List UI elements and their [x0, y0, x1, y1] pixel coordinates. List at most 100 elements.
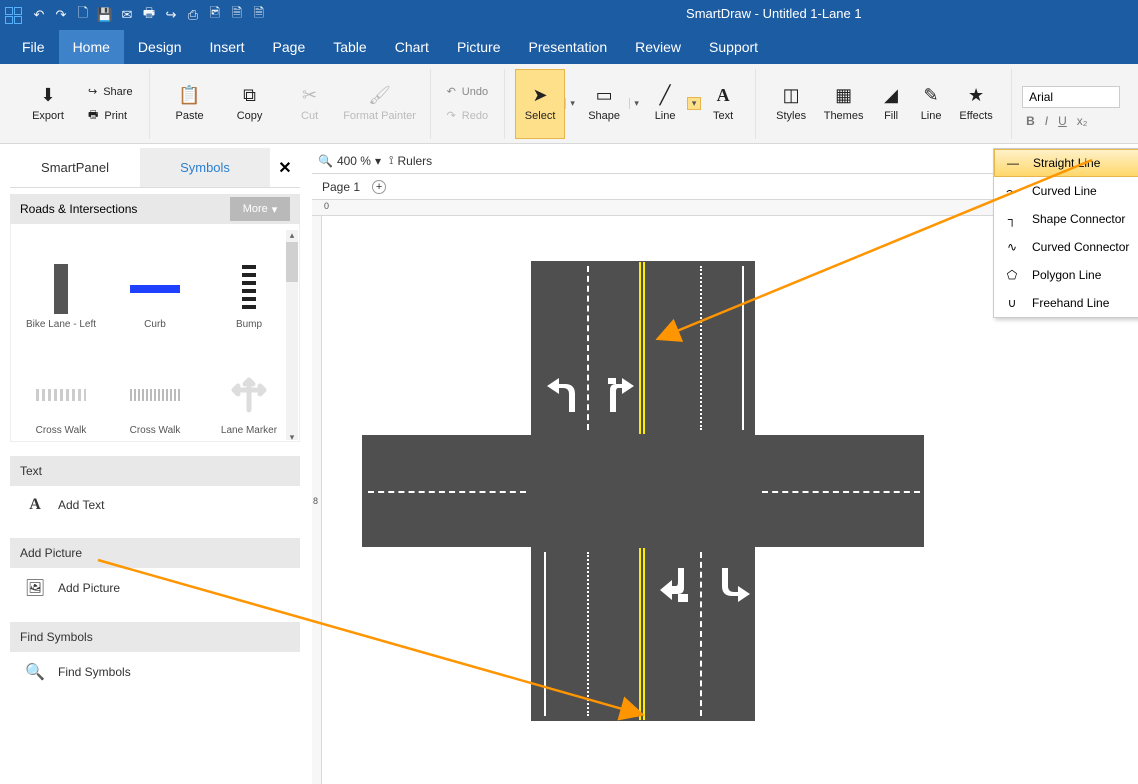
- brush-icon: 🖌: [370, 86, 390, 106]
- line-opt-curved-connector[interactable]: ∿Curved Connector: [994, 233, 1138, 261]
- symbol-scrollbar[interactable]: ▴▾: [286, 230, 298, 440]
- copy-button[interactable]: ⧉Copy: [220, 69, 280, 139]
- ribbon: ⬇Export ↪Share 🖶Print 📋Paste ⧉Copy ✂Cut …: [0, 64, 1138, 144]
- line-opt-straight[interactable]: —Straight Line: [994, 149, 1138, 177]
- menu-page[interactable]: Page: [259, 30, 320, 64]
- menu-review[interactable]: Review: [621, 30, 695, 64]
- symbol-bike-lane[interactable]: Bike Lane - Left: [17, 230, 105, 330]
- symbol-lane-marker-1[interactable]: Lane Marker: [205, 336, 293, 436]
- text-format-row: B I U x₂: [1022, 114, 1087, 128]
- freehand-icon: ∪: [1002, 296, 1022, 310]
- subscript-button[interactable]: x₂: [1077, 114, 1088, 128]
- menu-presentation[interactable]: Presentation: [515, 30, 622, 64]
- symbol-group-header: Roads & Intersections More▾: [10, 194, 300, 224]
- image-icon: 🖼: [24, 578, 46, 598]
- window-title: SmartDraw - Untitled 1-Lane 1: [686, 6, 862, 21]
- pen-icon: ✎: [921, 86, 941, 106]
- line-icon: ╱: [655, 86, 675, 106]
- zoom-control[interactable]: 🔍400 %▾: [318, 154, 381, 168]
- page-tab-1[interactable]: Page 1: [322, 180, 360, 194]
- menu-chart[interactable]: Chart: [381, 30, 443, 64]
- app-logo-icon: [4, 6, 22, 24]
- line-opt-shape-connector[interactable]: ┐Shape Connector: [994, 205, 1138, 233]
- more-button[interactable]: More▾: [230, 197, 290, 221]
- rect-icon: ▭: [594, 86, 614, 106]
- text-section-header: Text: [10, 456, 300, 486]
- fill-button[interactable]: ◢Fill: [871, 69, 911, 139]
- symbol-bump[interactable]: Bump: [205, 230, 293, 330]
- export-pdf-icon[interactable]: ⎙: [184, 6, 202, 24]
- share-icon[interactable]: ↪: [162, 6, 180, 24]
- ruler-vertical: 8: [312, 216, 322, 784]
- print-button[interactable]: 🖶Print: [82, 106, 139, 126]
- line-opt-polygon[interactable]: ⬠Polygon Line: [994, 261, 1138, 289]
- text-icon: A: [24, 496, 46, 514]
- text-button[interactable]: AText: [701, 69, 745, 139]
- undo-icon: ↶: [447, 85, 456, 98]
- export-doc-icon[interactable]: 🗎: [228, 6, 246, 24]
- tab-smartpanel[interactable]: SmartPanel: [10, 148, 140, 187]
- themes-button[interactable]: ▦Themes: [816, 69, 871, 139]
- add-picture-item[interactable]: 🖼Add Picture: [10, 568, 300, 608]
- line-opt-freehand[interactable]: ∪Freehand Line: [994, 289, 1138, 317]
- italic-button[interactable]: I: [1045, 114, 1048, 128]
- shape-button[interactable]: ▭Shape: [579, 69, 629, 139]
- symbol-curb[interactable]: Curb: [111, 230, 199, 330]
- line-button[interactable]: ╱Line: [643, 69, 687, 139]
- line-dropdown[interactable]: ▾: [687, 97, 701, 110]
- menu-insert[interactable]: Insert: [196, 30, 259, 64]
- menu-picture[interactable]: Picture: [443, 30, 515, 64]
- export-button[interactable]: ⬇Export: [18, 69, 78, 139]
- bucket-icon: ◢: [881, 86, 901, 106]
- line2-button[interactable]: ✎Line: [911, 69, 951, 139]
- underline-button[interactable]: U: [1058, 114, 1067, 128]
- format-painter-button[interactable]: 🖌Format Painter: [340, 69, 420, 139]
- menu-file[interactable]: File: [8, 30, 59, 64]
- save-icon[interactable]: 💾: [96, 6, 114, 24]
- redo-button[interactable]: ↷Redo: [441, 106, 495, 126]
- print-icon[interactable]: 🖶: [140, 6, 158, 24]
- curved-line-icon: 〜: [1002, 183, 1022, 200]
- title-bar: ↶ ↷ 🗋 💾 ✉ 🖶 ↪ ⎙ 🖻 🗎 🗎 SmartDraw - Untitl…: [0, 0, 1138, 30]
- undo-icon[interactable]: ↶: [30, 6, 48, 24]
- shape-dropdown[interactable]: ▾: [629, 98, 643, 109]
- straight-line-icon: —: [1003, 156, 1023, 170]
- select-button[interactable]: ➤Select: [515, 69, 565, 139]
- chevron-down-icon: ▾: [375, 154, 381, 168]
- mail-icon[interactable]: ✉: [118, 6, 136, 24]
- font-family-input[interactable]: [1022, 86, 1120, 108]
- symbol-crosswalk-1[interactable]: Cross Walk: [17, 336, 105, 436]
- download-icon: ⬇: [38, 86, 58, 106]
- export-other-icon[interactable]: 🗎: [250, 6, 268, 24]
- undo-button[interactable]: ↶Undo: [441, 82, 495, 102]
- search-icon: 🔍: [318, 154, 333, 168]
- cut-button[interactable]: ✂Cut: [280, 69, 340, 139]
- redo-icon[interactable]: ↷: [52, 6, 70, 24]
- styles-button[interactable]: ◫Styles: [766, 69, 816, 139]
- menu-support[interactable]: Support: [695, 30, 772, 64]
- export-img-icon[interactable]: 🖻: [206, 6, 224, 24]
- rulers-toggle[interactable]: ⟟Rulers: [389, 153, 432, 168]
- side-panel: SmartPanel Symbols ✕ Roads & Intersectio…: [10, 148, 300, 776]
- panel-close-icon[interactable]: ✕: [270, 158, 300, 178]
- share-button[interactable]: ↪Share: [82, 82, 139, 102]
- star-icon: ★: [966, 86, 986, 106]
- clipboard-icon: 📋: [180, 86, 200, 106]
- new-icon[interactable]: 🗋: [74, 6, 92, 24]
- add-page-icon[interactable]: +: [372, 180, 386, 194]
- effects-button[interactable]: ★Effects: [951, 69, 1001, 139]
- find-symbols-item[interactable]: 🔍Find Symbols: [10, 652, 300, 692]
- menu-table[interactable]: Table: [319, 30, 380, 64]
- symbol-crosswalk-2[interactable]: Cross Walk: [111, 336, 199, 436]
- connector-icon: ┐: [1002, 212, 1022, 226]
- select-dropdown[interactable]: ▾: [565, 98, 579, 109]
- menu-design[interactable]: Design: [124, 30, 196, 64]
- line-opt-curved[interactable]: 〜Curved Line: [994, 177, 1138, 205]
- paste-button[interactable]: 📋Paste: [160, 69, 220, 139]
- bold-button[interactable]: B: [1026, 114, 1035, 128]
- chevron-down-icon: ▾: [272, 203, 278, 216]
- add-text-item[interactable]: AAdd Text: [10, 486, 300, 524]
- menu-home[interactable]: Home: [59, 30, 124, 64]
- redo-icon: ↷: [447, 109, 456, 122]
- tab-symbols[interactable]: Symbols: [140, 148, 270, 187]
